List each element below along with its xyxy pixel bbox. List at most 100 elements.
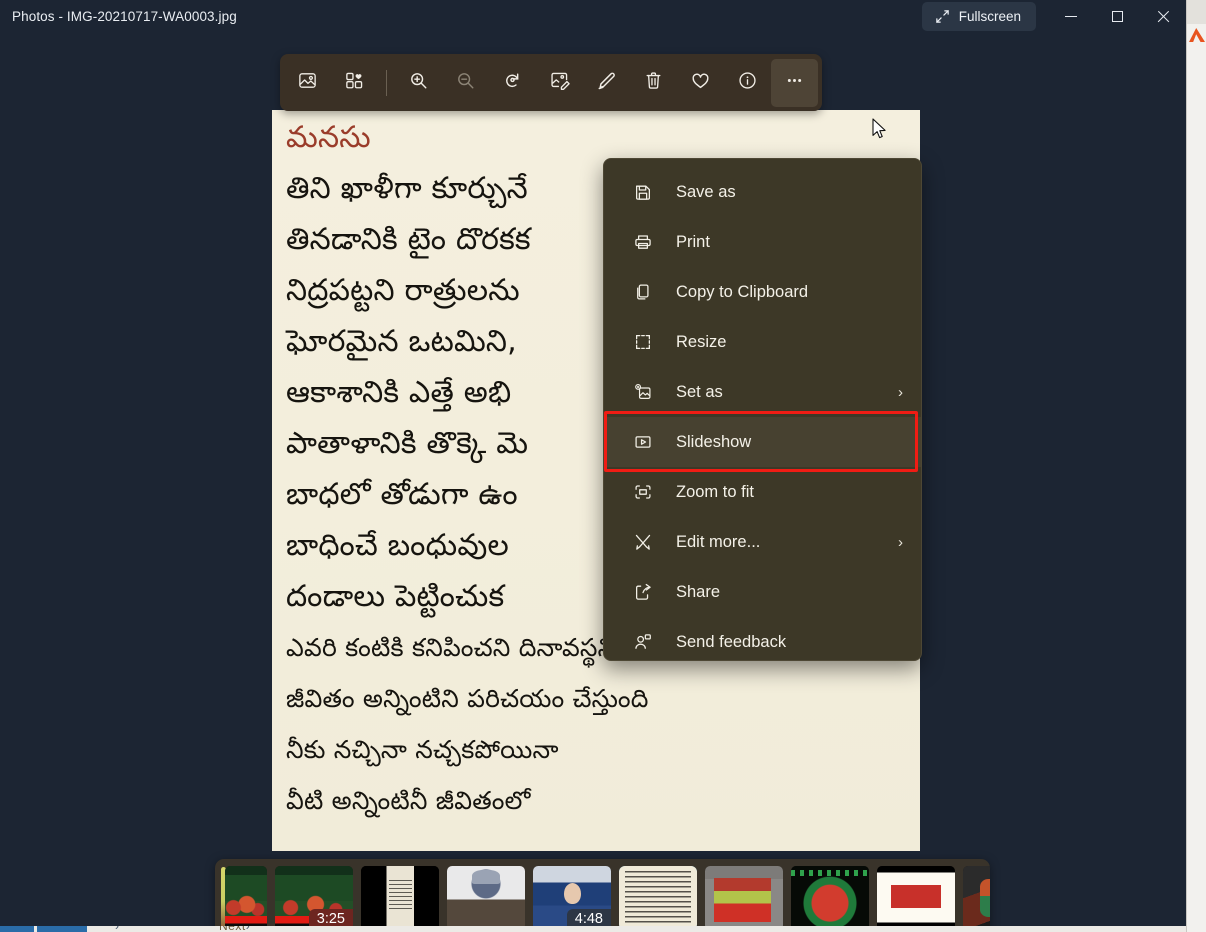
printer-icon (632, 231, 654, 253)
title-bar: Photos - IMG-20210717-WA0003.jpg Fullscr… (0, 0, 1186, 33)
slideshow-icon (632, 431, 654, 453)
info-button[interactable] (724, 59, 771, 107)
markup-button[interactable] (583, 59, 630, 107)
context-menu-item-label: Share (676, 582, 721, 601)
context-menu-item-label: Resize (676, 332, 727, 351)
view-image-button[interactable] (284, 59, 331, 107)
zoom-out-icon (455, 70, 476, 96)
context-menu-item-share[interactable]: Share (604, 567, 921, 617)
fullscreen-label: Fullscreen (958, 9, 1021, 24)
photo-text-line: నీకు నచ్చినా నచ్చకపోయినా (286, 735, 559, 764)
thumbnail-image (447, 866, 525, 926)
thumbnail-filmstrip[interactable]: 3:25 4:48 0:32 (215, 859, 990, 926)
gallery-heart-icon (344, 70, 365, 96)
photo-text-line: మనసు (286, 120, 371, 155)
thumbnail-video-action[interactable]: 0:32 (963, 866, 990, 926)
context-menu-item-zoom-to-fit[interactable]: Zoom to fit (604, 467, 921, 517)
edit-image-icon (549, 70, 570, 96)
zoom-out-button[interactable] (442, 59, 489, 107)
context-menu-item-label: Print (676, 232, 710, 251)
thumbnail-document[interactable] (361, 866, 439, 926)
thumbnail-idol[interactable] (447, 866, 525, 926)
context-menu-item-label: Save as (676, 182, 736, 201)
title-bar-controls: Fullscreen (921, 0, 1186, 33)
gallery-favorites-button[interactable] (331, 59, 378, 107)
context-menu-item-label: Edit more... (676, 532, 761, 551)
rotate-button[interactable] (489, 59, 536, 107)
thumbnail-image (361, 866, 439, 926)
context-menu-item-label: Set as (676, 382, 723, 401)
thumbnail-video-toys[interactable]: 3:25 (275, 866, 353, 926)
toolbar-divider (386, 69, 387, 96)
minimize-button[interactable] (1048, 0, 1094, 33)
thumbnail-flyer[interactable] (877, 866, 955, 926)
thumbnail-image (705, 866, 783, 926)
context-menu-item-send-feedback[interactable]: Send feedback (604, 617, 921, 667)
background-browser-window[interactable] (1186, 0, 1206, 932)
photo-text-line: వీటి అన్నింటినీ జీవితంలో (286, 786, 531, 815)
thumbnail-image (877, 866, 955, 926)
favorite-button[interactable] (677, 59, 724, 107)
set-as-icon (632, 381, 654, 403)
image-toolbar (280, 54, 822, 111)
thumbnail-image (619, 866, 697, 926)
context-menu-item-label: Send feedback (676, 632, 787, 651)
heart-icon (690, 70, 711, 96)
context-menu-item-print[interactable]: Print (604, 217, 921, 267)
thumbnail-telugu-page[interactable] (619, 866, 697, 926)
screen: ›Next› Photos - IMG-20210717-WA0003.jpg … (0, 0, 1206, 932)
orange-app-icon (1189, 28, 1205, 42)
photo-canvas: మనసు తిని ఖాళీగా కూర్చునే తినడానికి టైం దొ… (0, 33, 1186, 926)
maximize-button[interactable] (1094, 0, 1140, 33)
resize-icon (632, 331, 654, 353)
thumbnail-image (791, 866, 869, 926)
thumbnail-video-news[interactable]: 4:48 (533, 866, 611, 926)
feedback-icon (632, 631, 654, 653)
background-browser-tabstrip (1187, 0, 1206, 24)
thumbnail-partial-left[interactable] (225, 866, 267, 926)
trash-icon (643, 70, 664, 96)
minimize-icon (1065, 15, 1077, 18)
context-menu-item-resize[interactable]: Resize (604, 317, 921, 367)
context-menu-item-save-as[interactable]: Save as (604, 167, 921, 217)
context-menu-item-edit-more[interactable]: Edit more... › (604, 517, 921, 567)
clipboard-icon (632, 281, 654, 303)
fullscreen-icon (935, 9, 950, 24)
see-more-context-menu: Save as Print Copy to Clipboard Resize Set a… (603, 158, 922, 661)
photo-text-line: జీవితం అన్నింటిని పరిచయం చేస్తుంది (286, 684, 649, 713)
delete-button[interactable] (630, 59, 677, 107)
context-menu-item-copy-to-clipboard[interactable]: Copy to Clipboard (604, 267, 921, 317)
video-duration-badge: 3:25 (308, 909, 353, 926)
close-icon (1157, 10, 1170, 23)
share-icon (632, 581, 654, 603)
thumbnail-deity[interactable] (791, 866, 869, 926)
thumbnail-clothes[interactable] (705, 866, 783, 926)
edit-image-button[interactable] (536, 59, 583, 107)
close-button[interactable] (1140, 0, 1186, 33)
context-menu-item-label: Copy to Clipboard (676, 282, 809, 301)
photos-app-window: Photos - IMG-20210717-WA0003.jpg Fullscr… (0, 0, 1186, 926)
window-title: Photos - IMG-20210717-WA0003.jpg (12, 9, 237, 24)
rotate-icon (502, 70, 523, 96)
info-icon (737, 70, 758, 96)
video-duration-badge: 4:48 (566, 909, 611, 926)
context-menu-item-label: Slideshow (676, 432, 752, 451)
context-menu-item-slideshow[interactable]: Slideshow (604, 417, 921, 467)
image-icon (297, 70, 318, 96)
zoom-in-button[interactable] (395, 59, 442, 107)
pen-icon (596, 70, 617, 96)
thumbnail-image (963, 866, 990, 926)
fullscreen-button[interactable]: Fullscreen (921, 2, 1036, 31)
context-menu-item-label: Zoom to fit (676, 482, 754, 501)
ellipsis-icon (784, 70, 805, 96)
zoom-fit-icon (632, 481, 654, 503)
thumbnail-image (225, 866, 267, 926)
see-more-button[interactable] (771, 58, 818, 107)
chevron-right-icon: › (898, 533, 903, 551)
zoom-in-icon (408, 70, 429, 96)
save-icon (632, 181, 654, 203)
chevron-right-icon: › (898, 383, 903, 401)
context-menu-item-set-as[interactable]: Set as › (604, 367, 921, 417)
maximize-icon (1111, 11, 1123, 22)
edit-more-icon (632, 531, 654, 553)
